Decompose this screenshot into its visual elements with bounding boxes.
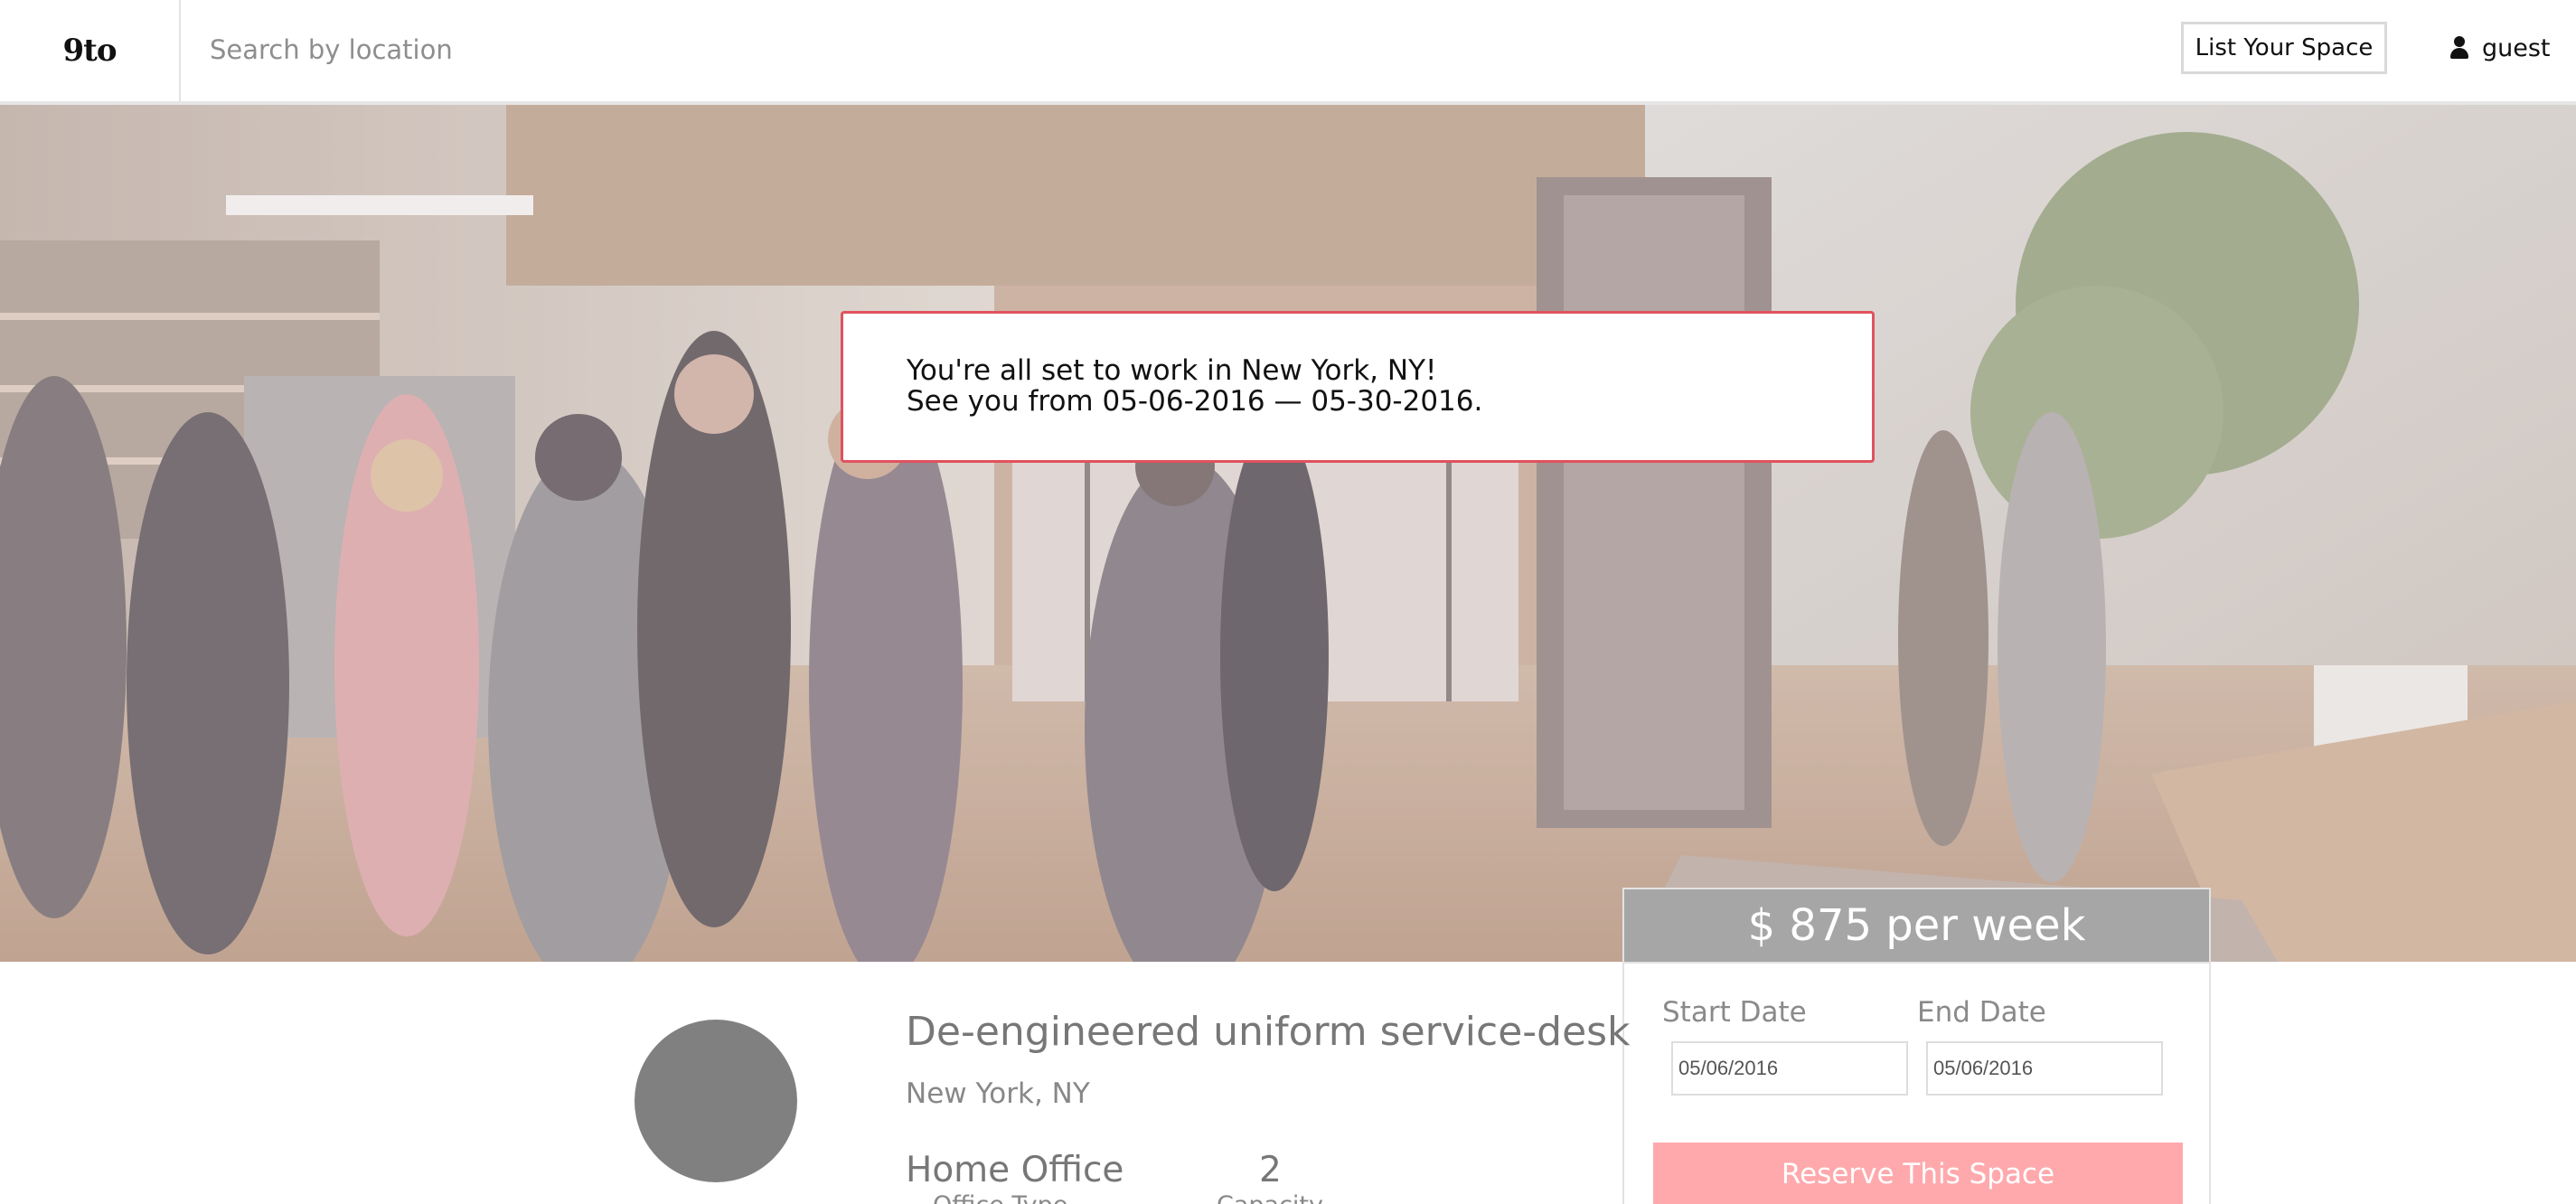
booking-panel: $ 875 per week Start Date End Date Reser… (1622, 888, 2211, 1204)
user-name: guest (2482, 33, 2551, 62)
start-date-label: Start Date (1662, 996, 1807, 1029)
search-input[interactable] (210, 27, 1294, 72)
end-date-input[interactable] (1926, 1041, 2163, 1096)
price-label: $ 875 per week (1624, 889, 2209, 964)
host-avatar (635, 1020, 797, 1182)
office-type-label: Office Type (933, 1191, 1067, 1204)
booking-confirmation-alert: You're all set to work in New York, NY! … (841, 311, 1875, 463)
reserve-button[interactable]: Reserve This Space (1653, 1143, 2183, 1204)
top-navbar: 9to List Your Space guest (0, 0, 2576, 105)
list-your-space-button[interactable]: List Your Space (2181, 22, 2387, 74)
user-menu[interactable]: guest (2449, 25, 2551, 71)
logo[interactable]: 9to (0, 0, 181, 101)
capacity-value: 2 (1259, 1150, 1282, 1190)
office-photo (0, 105, 2576, 962)
capacity-label: Capacity (1217, 1191, 1323, 1204)
confirmation-line-2: See you from 05-06-2016 — 05-30-2016. (907, 385, 1483, 418)
start-date-input[interactable] (1671, 1041, 1908, 1096)
end-date-label: End Date (1917, 996, 2046, 1029)
listing-location: New York, NY (906, 1077, 1090, 1110)
office-type-value: Home Office (906, 1150, 1124, 1190)
listing-title: De-engineered uniform service-desk (906, 1009, 1631, 1055)
user-icon (2449, 36, 2469, 60)
confirmation-line-1: You're all set to work in New York, NY! (907, 354, 1437, 387)
hero-image: You're all set to work in New York, NY! … (0, 105, 2576, 962)
